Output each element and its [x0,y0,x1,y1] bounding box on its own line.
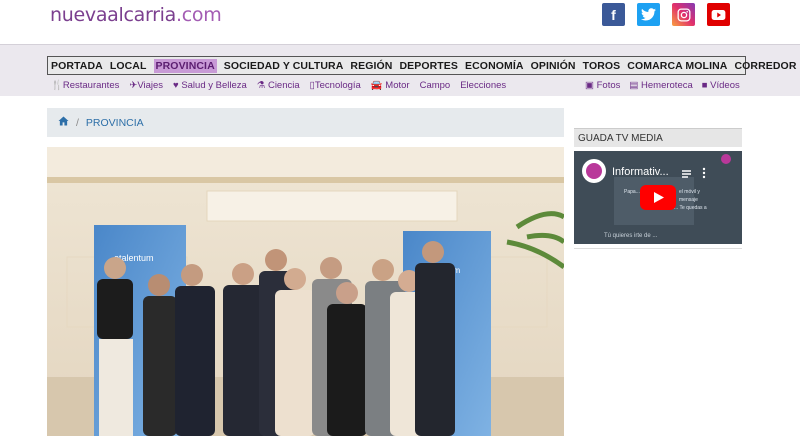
fork-knife-icon: 🍴 [51,80,63,91]
breadcrumb: / PROVINCIA [47,108,564,137]
subnav-videos[interactable]: ■ Vídeos [702,80,740,91]
secondary-menu: 🍴Restaurantes ✈Viajes ♥ Salud y Belleza … [51,80,506,91]
logo-text-alcarria: alcarria [107,4,176,26]
subnav-ciencia[interactable]: ⚗ Ciencia [257,80,300,91]
nav-toros[interactable]: TOROS [583,60,621,72]
breadcrumb-separator: / [76,116,79,129]
subnav-label: Viajes [137,80,164,91]
nav-sociedad-y-cultura[interactable]: SOCIEDAD Y CULTURA [224,60,344,72]
nav-economia[interactable]: ECONOMÍA [465,60,524,72]
subnav-viajes[interactable]: ✈Viajes [129,80,163,91]
subnav-motor[interactable]: 🚘 Motor [371,80,410,91]
nav-opinion[interactable]: OPINIÓN [531,60,576,72]
nav-corredor[interactable]: CORREDOR [734,60,796,72]
camera-icon: ▣ [585,80,597,91]
logo-text-nueva: nueva [50,4,108,26]
video-thumbnail: Informativ... Papa... el móvil y mensaje… [574,151,742,244]
subnav-restaurantes[interactable]: 🍴Restaurantes [51,80,119,91]
subnav-salud-y-belleza[interactable]: ♥ Salud y Belleza [173,80,247,91]
social-links: f [602,3,730,26]
car-icon: 🚘 [370,80,386,91]
home-icon[interactable] [58,116,69,129]
subnav-label: Salud y Belleza [181,80,247,91]
site-logo[interactable]: nuevaalcarria.com [50,4,222,26]
subnav-label: Tecnología [314,80,361,91]
subnav-hemeroteca[interactable]: ▤ Hemeroteca [629,80,692,91]
nav-portada[interactable]: PORTADA [51,60,103,72]
navigation-bar: PORTADA LOCAL PROVINCIA SOCIEDAD Y CULTU… [0,44,800,97]
nav-local[interactable]: LOCAL [110,60,147,72]
main-content: / PROVINCIA etalentum GUADA TV MEDIA Inf… [0,96,800,436]
sidebar-divider [574,248,742,249]
nav-region[interactable]: REGIÓN [350,60,392,72]
book-icon: ▤ [629,80,642,91]
subnav-tecnologia[interactable]: ▯Tecnología [310,80,361,91]
subnav-label: Vídeos [710,80,740,91]
facebook-icon[interactable]: f [602,3,625,26]
video-text-2: el móvil y [679,189,700,195]
nav-deportes[interactable]: DEPORTES [399,60,458,72]
flask-icon: ⚗ [256,80,268,91]
video-text-1: Papa... [624,189,640,195]
nav-provincia[interactable]: PROVINCIA [153,58,217,73]
article-photo[interactable]: etalentum etalentum [47,147,564,436]
secondary-menu-right: ▣ Fotos ▤ Hemeroteca ■ Vídeos [585,80,740,91]
video-player[interactable]: Informativ... Papa... el móvil y mensaje… [574,151,742,244]
breadcrumb-current[interactable]: PROVINCIA [86,117,144,129]
subnav-label: Fotos [596,80,621,91]
main-menu: PORTADA LOCAL PROVINCIA SOCIEDAD Y CULTU… [47,56,796,75]
subnav-label: Restaurantes [62,80,120,91]
subnav-label: Hemeroteca [641,80,693,91]
twitter-icon[interactable] [637,3,660,26]
logo-text-com: .com [176,4,222,26]
subnav-campo[interactable]: Campo [420,80,451,91]
sidebar-title: GUADA TV MEDIA [574,128,742,147]
video-camera-icon: ■ [701,80,711,91]
more-options-icon [702,167,706,171]
subnav-fotos[interactable]: ▣ Fotos [585,80,620,91]
youtube-icon[interactable] [707,3,730,26]
instagram-icon[interactable] [672,3,695,26]
nav-comarca-molina[interactable]: COMARCA MOLINA [627,60,727,72]
video-text-4: ... Te quedas a [674,205,707,211]
video-text-5: Tú quieres irte de ... [604,233,658,239]
subnav-label: Motor [385,80,410,91]
group-photo-image: etalentum etalentum [47,147,564,436]
subnav-elecciones[interactable]: Elecciones [460,80,506,91]
video-text-3: mensaje [679,197,698,203]
subnav-label: Ciencia [267,80,300,91]
header: nuevaalcarria.com f [0,0,800,44]
video-title: Informativ... [612,166,669,178]
